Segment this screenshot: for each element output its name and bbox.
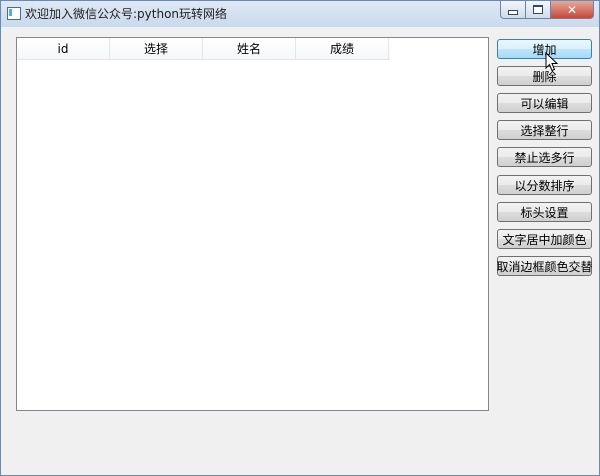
mouse-cursor-icon xyxy=(545,52,559,72)
header-score[interactable]: 成绩 xyxy=(296,38,389,59)
maximize-icon xyxy=(533,5,543,14)
header-id[interactable]: id xyxy=(17,38,110,59)
header-select[interactable]: 选择 xyxy=(110,38,203,59)
close-button[interactable]: ✕ xyxy=(551,1,594,19)
remove-border-alternate-button[interactable]: 取消边框颜色交替 xyxy=(497,256,593,276)
app-window: 欢迎加入微信公众号:python玩转网络 ✕ id 选择 姓名 成绩 增加 删除 xyxy=(0,0,600,476)
caption-buttons: ✕ xyxy=(500,1,594,20)
header-name[interactable]: 姓名 xyxy=(203,38,296,59)
close-icon: ✕ xyxy=(566,2,578,17)
app-icon[interactable] xyxy=(7,7,21,20)
minimize-button[interactable] xyxy=(500,1,526,19)
data-table[interactable]: id 选择 姓名 成绩 xyxy=(16,37,489,411)
maximize-button[interactable] xyxy=(526,1,551,19)
sort-by-score-button[interactable]: 以分数排序 xyxy=(497,175,592,195)
table-header: id 选择 姓名 成绩 xyxy=(17,38,390,60)
window-title: 欢迎加入微信公众号:python玩转网络 xyxy=(25,7,228,21)
enable-edit-button[interactable]: 可以编辑 xyxy=(497,93,592,113)
client-area: id 选择 姓名 成绩 增加 删除 可以编辑 选择整行 禁止选多行 以分数排序 … xyxy=(1,27,599,475)
minimize-icon xyxy=(508,9,518,15)
title-bar[interactable]: 欢迎加入微信公众号:python玩转网络 ✕ xyxy=(1,1,599,27)
select-row-button[interactable]: 选择整行 xyxy=(497,120,592,140)
header-settings-button[interactable]: 标头设置 xyxy=(497,202,592,222)
center-color-button[interactable]: 文字居中加颜色 xyxy=(497,229,592,249)
disable-multiselect-button[interactable]: 禁止选多行 xyxy=(497,147,592,167)
